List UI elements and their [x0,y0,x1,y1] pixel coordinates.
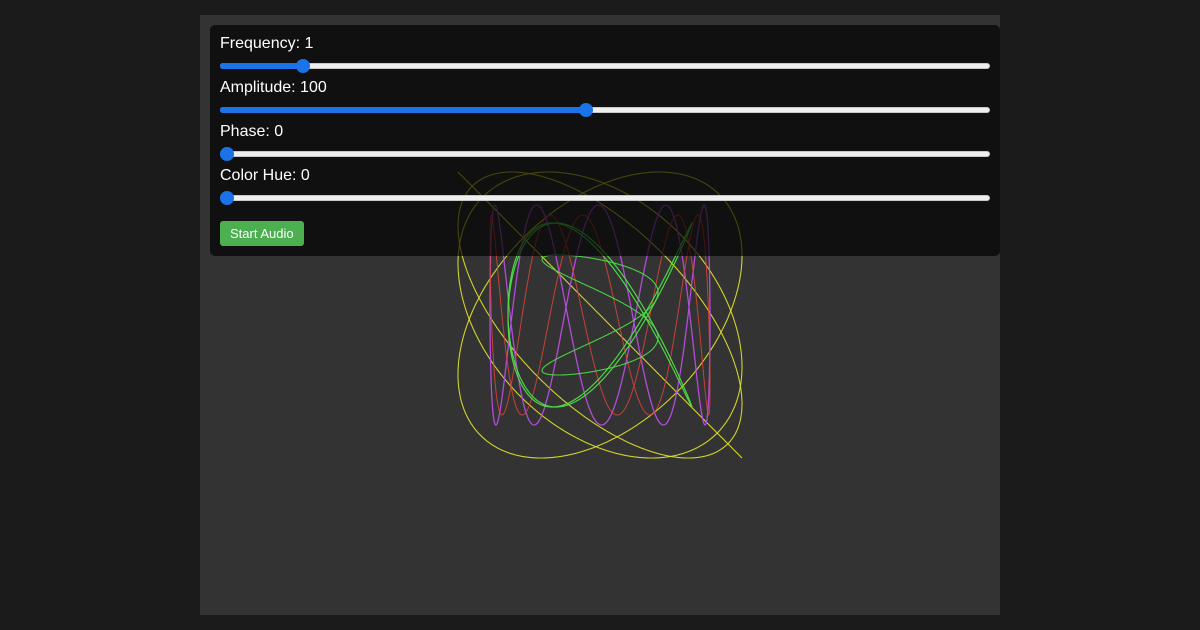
frequency-control: Frequency: 1 [220,35,990,79]
visualizer-stage: Frequency: 1 Amplitude: 100 Phase: 0 Col… [200,15,1000,615]
amplitude-slider-fill [220,107,587,113]
hue-label: Color Hue: 0 [220,167,310,184]
hue-slider-track [220,195,990,201]
frequency-slider-fill [220,63,303,69]
phase-control: Phase: 0 [220,123,990,167]
phase-label: Phase: 0 [220,123,284,140]
amplitude-label: Amplitude: 100 [220,79,327,96]
frequency-label: Frequency: 1 [220,35,314,52]
frequency-slider[interactable] [220,58,990,74]
frequency-slider-track [220,63,990,69]
controls-panel: Frequency: 1 Amplitude: 100 Phase: 0 Col… [210,25,1000,256]
amplitude-slider-thumb[interactable] [579,103,594,117]
amplitude-slider[interactable] [220,102,990,118]
phase-slider-thumb[interactable] [220,147,234,161]
hue-control: Color Hue: 0 [220,167,990,211]
frequency-slider-thumb[interactable] [295,59,310,73]
hue-slider[interactable] [220,190,990,206]
hue-slider-thumb[interactable] [220,191,234,205]
start-audio-button[interactable]: Start Audio [220,221,304,246]
phase-slider[interactable] [220,146,990,162]
phase-slider-track [220,151,990,157]
amplitude-control: Amplitude: 100 [220,79,990,123]
